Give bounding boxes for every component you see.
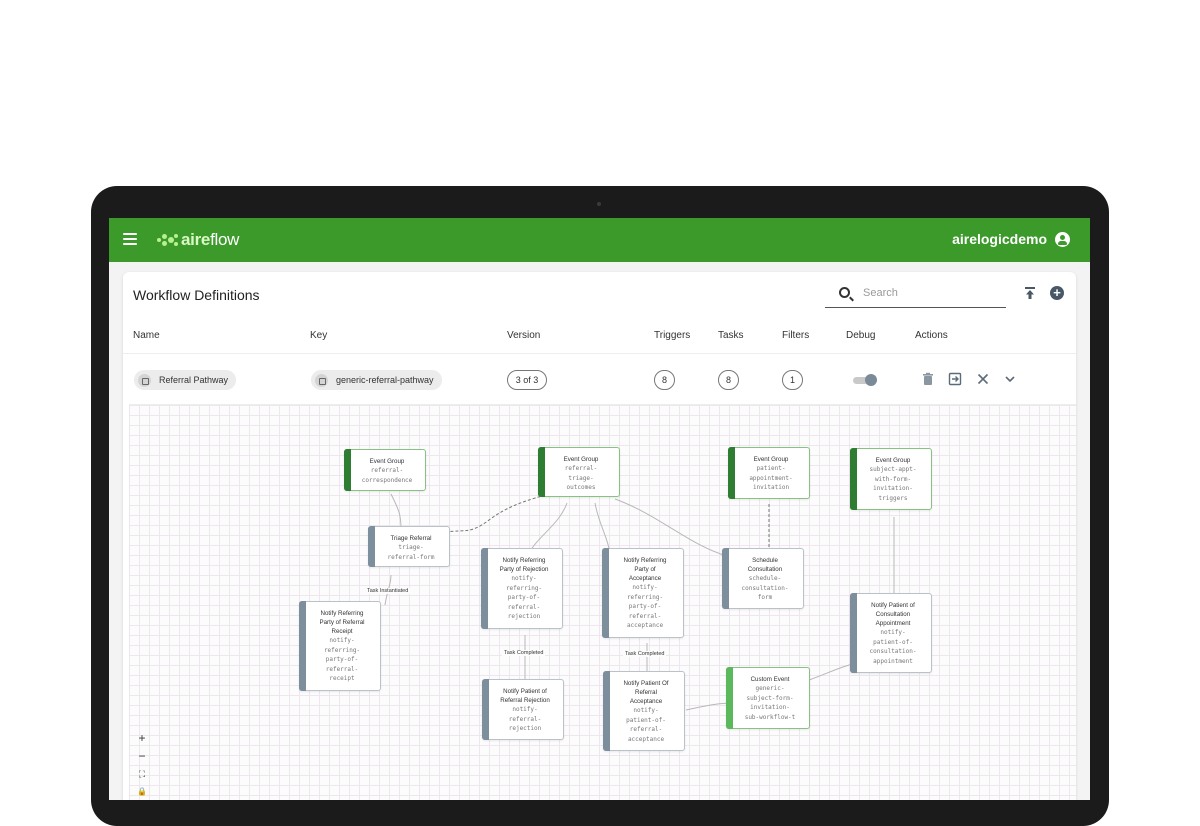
node-title: Event Group (369, 458, 405, 465)
diagram-node-notify-patient-of-referral-acceptance[interactable]: Notify Patient Of Referral Acceptance no… (603, 671, 685, 751)
username: airelogicdemo (952, 231, 1047, 247)
diagram-node-notify-referring-party-of-rejection[interactable]: Notify Referring Party of Rejection noti… (481, 548, 563, 629)
lock-icon[interactable]: 🔒 (135, 783, 149, 800)
node-key: notify- referring- party-of- referral- a… (626, 584, 664, 630)
edge-label-task-completed: Task Completed (623, 651, 667, 657)
table-row[interactable]: Referral Pathway generic-referral-pathwa… (123, 354, 1076, 404)
edge-eg2-triage (446, 494, 546, 533)
node-title: Event Group (875, 457, 911, 464)
column-header-debug: Debug (846, 330, 876, 341)
workflow-name: Referral Pathway (159, 375, 229, 385)
diagram-node-notify-patient-of-referral-rejection[interactable]: Notify Patient of Referral Rejection not… (482, 679, 564, 740)
workflow-definitions-card: Workflow Definitions + Name Key Version … (123, 272, 1076, 800)
node-key: referral- triage- outcomes (564, 465, 598, 492)
zoom-controls: + − ⛶ 🔒 (135, 729, 149, 800)
diagram-node-notify-referring-party-of-referral-receipt[interactable]: Notify Referring Party of Referral Recei… (299, 601, 381, 691)
column-header-tasks[interactable]: Tasks (718, 330, 744, 341)
edge-label-task-completed: Task Completed (502, 650, 546, 656)
node-key: notify- referral- rejection (508, 706, 542, 733)
diagram-node-notify-patient-of-consultation-appointment[interactable]: Notify Patient of Consultation Appointme… (850, 593, 932, 673)
search-icon (839, 287, 850, 298)
filters-count[interactable]: 1 (782, 370, 803, 390)
node-title: Schedule Consultation (747, 557, 783, 573)
delete-icon[interactable] (920, 371, 936, 387)
node-key: notify- patient-of- consultation- appoin… (869, 629, 917, 665)
diagram-node-event-group[interactable]: Event Group subject-appt- with-form- inv… (850, 448, 932, 510)
fit-view-button[interactable]: ⛶ (135, 765, 149, 783)
diagram-node-schedule-consultation[interactable]: Schedule Consultation schedule- consulta… (722, 548, 804, 609)
workflow-key: generic-referral-pathway (336, 375, 434, 385)
aireflow-logo[interactable]: aireflow (157, 229, 239, 251)
close-icon[interactable] (975, 371, 991, 387)
node-title: Notify Patient of Consultation Appointme… (871, 602, 915, 627)
column-header-name[interactable]: Name (133, 330, 160, 341)
user-menu[interactable]: airelogicdemo (952, 231, 1070, 247)
column-header-filters[interactable]: Filters (782, 330, 809, 341)
workflow-name-chip[interactable]: Referral Pathway (134, 370, 237, 390)
brand-name: aireflow (181, 230, 240, 249)
add-circle-icon[interactable]: + (1050, 286, 1064, 300)
workflow-key-chip[interactable]: generic-referral-pathway (311, 370, 442, 390)
diagram-node-event-group[interactable]: Event Group referral- triage- outcomes (538, 447, 620, 497)
node-key: generic- subject-form- invitation- sub-w… (744, 685, 796, 721)
diagram-node-event-group[interactable]: Event Group patient- appointment- invita… (728, 447, 810, 499)
zoom-out-button[interactable]: − (135, 747, 149, 765)
key-icon (315, 373, 328, 387)
node-title: Event Group (753, 456, 789, 463)
diagram-node-custom-event[interactable]: Custom Event generic- subject-form- invi… (726, 667, 810, 729)
column-header-version[interactable]: Version (507, 330, 540, 341)
debug-toggle[interactable] (853, 374, 879, 386)
node-title: Notify Referring Party of Rejection (499, 557, 549, 573)
search-box (825, 282, 1006, 308)
version-badge[interactable]: 3 of 3 (507, 370, 547, 390)
node-title: Notify Referring Party of Referral Recei… (319, 610, 365, 635)
edge-label-task-instantiated: Task Instantiated (365, 588, 411, 594)
diagram-node-triage-referral[interactable]: Triage Referral triage- referral-form (368, 526, 450, 567)
device-camera (597, 202, 601, 206)
workflow-icon (138, 373, 151, 387)
node-title: Notify Patient of Referral Rejection (500, 688, 550, 704)
node-title: Notify Patient Of Referral Acceptance (623, 680, 669, 705)
node-key: subject-appt- with-form- invitation- tri… (869, 466, 917, 502)
node-key: notify- referring- party-of- referral- r… (505, 575, 543, 621)
node-title: Notify Referring Party of Acceptance (623, 557, 667, 582)
node-key: notify- referring- party-of- referral- r… (323, 637, 361, 683)
column-header-actions: Actions (915, 330, 948, 341)
search-input[interactable] (863, 287, 993, 299)
node-key: patient- appointment- invitation (749, 465, 793, 492)
node-title: Custom Event (750, 676, 790, 683)
workflow-diagram-canvas[interactable]: Task Instantiated Task Completed Task Co… (129, 404, 1076, 800)
logo-dots-icon (157, 231, 179, 249)
node-key: triage- referral-form (387, 544, 435, 561)
column-header-triggers[interactable]: Triggers (654, 330, 690, 341)
page-title: Workflow Definitions (133, 287, 260, 303)
upload-icon[interactable] (1023, 286, 1037, 300)
triggers-count[interactable]: 8 (654, 370, 675, 390)
app-screen: aireflow airelogicdemo Workflow Definiti… (109, 218, 1090, 800)
node-title: Event Group (563, 456, 599, 463)
node-key: referral- correspondence (361, 467, 413, 484)
node-title: Triage Referral (390, 535, 432, 542)
node-key: notify- patient-of- referral- acceptance (626, 707, 666, 743)
chevron-down-icon[interactable] (1002, 371, 1018, 387)
column-header-key[interactable]: Key (310, 330, 327, 341)
tasks-count[interactable]: 8 (718, 370, 739, 390)
edge-eg2-acceptance (594, 502, 611, 554)
diagram-node-notify-referring-party-of-acceptance[interactable]: Notify Referring Party of Acceptance not… (602, 548, 684, 638)
zoom-in-button[interactable]: + (135, 729, 149, 747)
table-header: Name Key Version Triggers Tasks Filters … (123, 324, 1076, 354)
account-circle-icon[interactable] (1055, 231, 1070, 247)
edge-eg1-triage (390, 493, 402, 530)
diagram-node-event-group[interactable]: Event Group referral- correspondence (344, 449, 426, 491)
node-key: schedule- consultation- form (741, 575, 789, 602)
edge-eg2-rejection (528, 502, 568, 554)
hamburger-menu-icon[interactable] (123, 233, 137, 245)
export-icon[interactable] (947, 371, 963, 387)
app-bar: aireflow airelogicdemo (109, 218, 1090, 262)
